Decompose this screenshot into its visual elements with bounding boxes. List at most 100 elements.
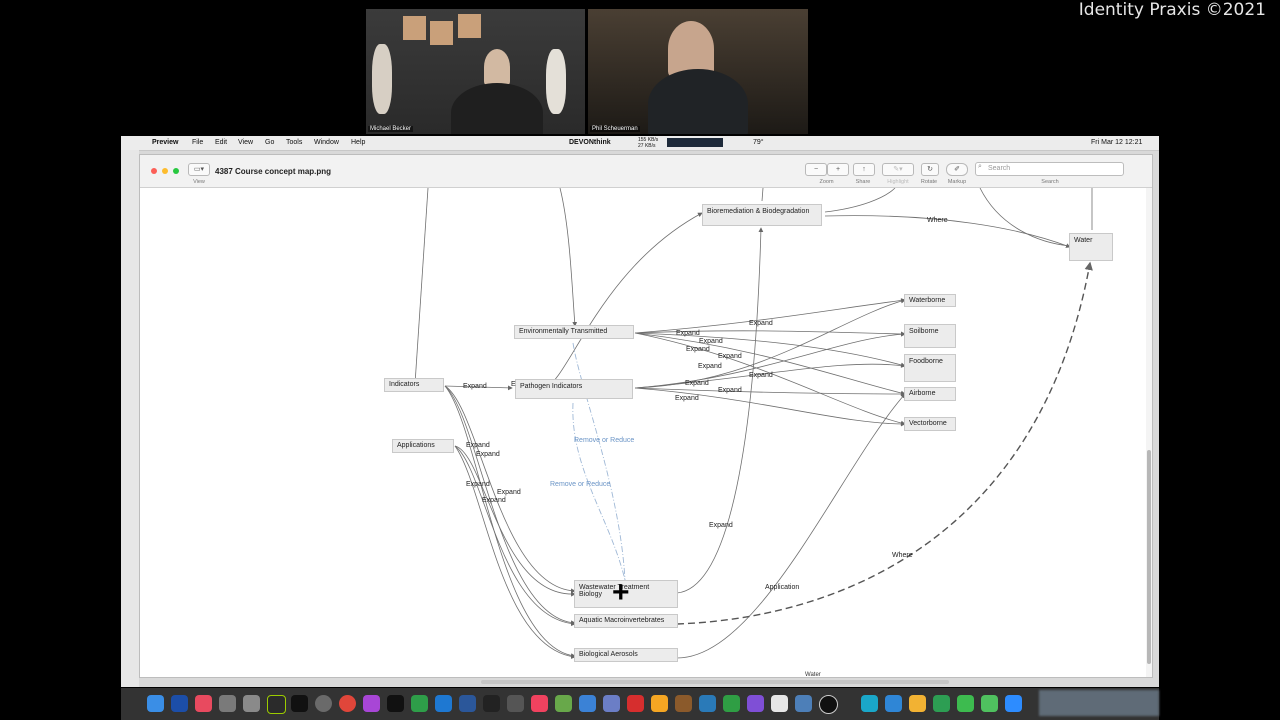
node-water[interactable]: Water bbox=[1069, 233, 1113, 261]
zoom-window-button[interactable] bbox=[173, 168, 179, 174]
node-environmentally-transmitted[interactable]: Environmentally Transmitted bbox=[514, 325, 634, 339]
network-down: 27 KB/s bbox=[638, 143, 656, 149]
app-icon-11[interactable] bbox=[675, 695, 692, 712]
app-icon-9[interactable] bbox=[555, 695, 572, 712]
app-icon-13[interactable] bbox=[723, 695, 740, 712]
zoom-app-icon[interactable] bbox=[1005, 695, 1022, 712]
podcasts-icon[interactable] bbox=[363, 695, 380, 712]
markup-label: Markup bbox=[947, 179, 967, 185]
app-icon-20[interactable] bbox=[957, 695, 974, 712]
app-icon-14[interactable] bbox=[747, 695, 764, 712]
search-input[interactable]: Search bbox=[975, 162, 1124, 176]
node-airborne[interactable]: Airborne bbox=[904, 387, 956, 401]
app-icon-18[interactable] bbox=[885, 695, 902, 712]
app-icon-2[interactable] bbox=[195, 695, 212, 712]
app-icon-3[interactable] bbox=[219, 695, 236, 712]
edge-label-expand-1: Expand bbox=[749, 320, 773, 327]
node-soilborne[interactable]: Soilborne bbox=[904, 324, 956, 348]
edge-label-expand-10: Expand bbox=[675, 395, 699, 402]
app-icon-16[interactable] bbox=[795, 695, 812, 712]
share-icon[interactable]: ↑ bbox=[853, 163, 875, 176]
menu-window[interactable]: Window bbox=[314, 139, 339, 146]
node-vectorborne[interactable]: Vectorborne bbox=[904, 417, 956, 431]
window-title: 4387 Course concept map.png bbox=[215, 167, 332, 176]
horizontal-scrollbar[interactable] bbox=[481, 680, 949, 684]
share-label: Share bbox=[855, 179, 871, 185]
app-icon-5[interactable] bbox=[267, 695, 286, 714]
node-biological-aerosols[interactable]: Biological Aerosols bbox=[574, 648, 678, 662]
background-window-edge bbox=[121, 150, 139, 687]
app-icon-12[interactable] bbox=[699, 695, 716, 712]
app-icon-8[interactable] bbox=[507, 695, 524, 712]
node-applications[interactable]: Applications bbox=[392, 439, 454, 453]
node-waterborne[interactable]: Waterborne bbox=[904, 294, 956, 307]
weather-temp[interactable]: 79° bbox=[753, 139, 764, 146]
app-icon-15[interactable] bbox=[771, 695, 788, 712]
outlook-icon[interactable] bbox=[435, 695, 452, 712]
rotate-icon[interactable]: ↻ bbox=[921, 163, 939, 176]
zoom-label: Zoom bbox=[819, 179, 834, 185]
menu-help[interactable]: Help bbox=[351, 139, 365, 146]
node-foodborne[interactable]: Foodborne bbox=[904, 354, 956, 382]
terminal-icon[interactable] bbox=[291, 695, 308, 712]
participant-name-right: Phil Scheuerman bbox=[590, 126, 640, 132]
menu-bar: Preview File Edit View Go Tools Window H… bbox=[121, 136, 1159, 151]
sidebar-view-button[interactable]: ▭▾ bbox=[188, 163, 210, 176]
edge-label-application: Application bbox=[765, 584, 800, 591]
video-tile-right: Phil Scheuerman bbox=[588, 9, 808, 134]
node-indicators[interactable]: Indicators bbox=[384, 378, 444, 392]
app-icon-7[interactable] bbox=[483, 695, 500, 712]
watermark: Identity Praxis ©2021 bbox=[1078, 0, 1266, 20]
edge-label-e-prefix: E bbox=[511, 381, 516, 388]
edge-label-expand-3: Expand bbox=[699, 338, 723, 345]
settings-icon[interactable] bbox=[315, 695, 332, 712]
vertical-scrollbar[interactable] bbox=[1146, 188, 1152, 677]
menu-edit[interactable]: Edit bbox=[215, 139, 227, 146]
app-icon-1[interactable] bbox=[171, 695, 188, 712]
zoom-in-icon[interactable]: + bbox=[827, 163, 849, 176]
node-aquatic-macroinvertebrates[interactable]: Aquatic Macroinvertebrates bbox=[574, 614, 678, 628]
edge-label-expand-17: Expand bbox=[709, 522, 733, 529]
node-bioremediation[interactable]: Bioremediation & Biodegradation bbox=[702, 204, 822, 226]
menu-view[interactable]: View bbox=[238, 139, 253, 146]
app-icon-4[interactable] bbox=[243, 695, 260, 712]
menu-tools[interactable]: Tools bbox=[286, 139, 302, 146]
edge-label-expand-16: Expand bbox=[482, 497, 506, 504]
chrome-icon[interactable] bbox=[339, 695, 356, 712]
app-icon-10[interactable] bbox=[603, 695, 620, 712]
highlight-icon[interactable]: ✎▾ bbox=[882, 163, 914, 176]
menu-file[interactable]: File bbox=[192, 139, 203, 146]
search-icon: ⌕ bbox=[978, 163, 982, 170]
kindle-icon[interactable] bbox=[651, 695, 668, 712]
acrobat-icon[interactable] bbox=[627, 695, 644, 712]
edge-label-expand-9: Expand bbox=[718, 387, 742, 394]
menu-go[interactable]: Go bbox=[265, 139, 274, 146]
preview-window: ▭▾ View 4387 Course concept map.png − + … bbox=[139, 154, 1153, 678]
dock bbox=[121, 688, 1159, 720]
menu-clock[interactable]: Fri Mar 12 12:21 bbox=[1091, 139, 1142, 146]
markup-icon[interactable]: ✐ bbox=[946, 163, 968, 176]
messages-icon[interactable] bbox=[981, 695, 998, 712]
close-button[interactable] bbox=[151, 168, 157, 174]
view-label: View bbox=[193, 179, 205, 185]
edge-label-remove-or-reduce-1: Remove or Reduce bbox=[574, 437, 635, 444]
tv-icon[interactable] bbox=[387, 695, 404, 712]
app-icon-17[interactable] bbox=[861, 695, 878, 712]
app-icon-19[interactable] bbox=[909, 695, 926, 712]
edge-label-expand-14: Expand bbox=[466, 481, 490, 488]
minimize-button[interactable] bbox=[162, 168, 168, 174]
clock-app-icon[interactable] bbox=[819, 695, 838, 714]
music-icon[interactable] bbox=[531, 695, 548, 712]
finder-icon[interactable] bbox=[147, 695, 164, 712]
mail-icon[interactable] bbox=[579, 695, 596, 712]
app-icon-6[interactable] bbox=[411, 695, 428, 712]
edge-label-expand-4: Expand bbox=[686, 346, 710, 353]
devonthink-menu[interactable]: DEVONthink bbox=[569, 139, 611, 146]
zoom-out-icon[interactable]: − bbox=[805, 163, 827, 176]
evernote-icon[interactable] bbox=[933, 695, 950, 712]
vertical-scroll-thumb[interactable] bbox=[1147, 450, 1151, 664]
blurred-dock-area bbox=[1039, 690, 1159, 716]
menu-app-name[interactable]: Preview bbox=[152, 139, 178, 146]
node-pathogen-indicators[interactable]: Pathogen Indicators bbox=[515, 379, 633, 399]
word-icon[interactable] bbox=[459, 695, 476, 712]
